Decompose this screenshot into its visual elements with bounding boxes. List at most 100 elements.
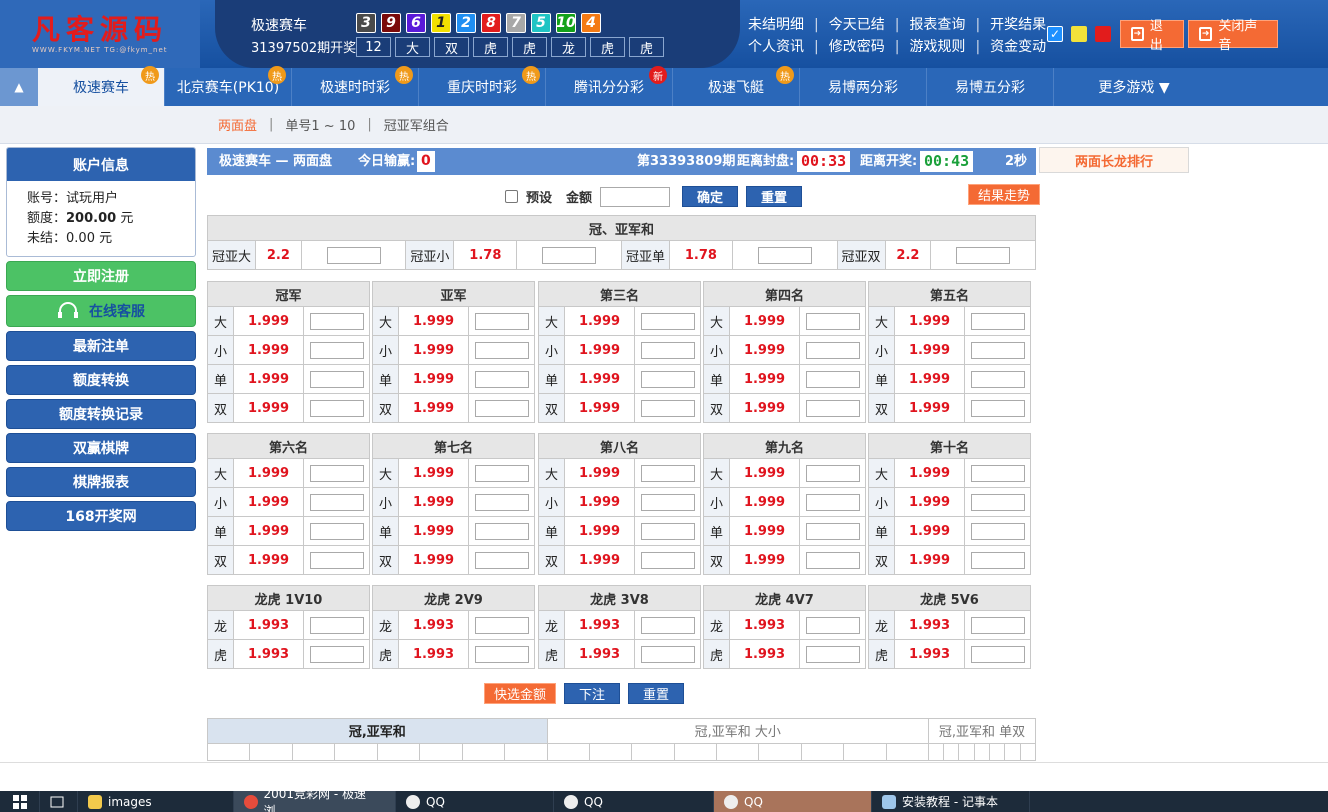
nav-tab[interactable]: 极速飞艇热 [673,66,800,106]
bet-amount-input[interactable] [474,522,529,540]
odds-value[interactable]: 1.993 [398,639,469,669]
sidebar-button[interactable]: 168开奖网 [6,501,196,531]
collapse-up-icon[interactable]: ▲ [0,68,38,106]
horizontal-scrollbar[interactable] [0,762,1328,791]
odds-value[interactable]: 1.999 [564,306,635,336]
amount-input[interactable] [600,186,671,207]
odds-value[interactable]: 1.999 [233,516,304,546]
quick-amount-button[interactable]: 快选金额 [484,683,557,704]
odds-value[interactable]: 1.999 [233,458,304,488]
bet-amount-input[interactable] [970,312,1025,330]
subnav-two-sides[interactable]: 两面盘 [218,115,257,134]
sidebar-button[interactable]: 棋牌报表 [6,467,196,497]
odds-value[interactable]: 1.993 [564,639,635,669]
bet-amount-input[interactable] [970,399,1025,417]
top-link[interactable]: 资金变动 [990,36,1046,58]
bet-amount-input[interactable] [474,464,529,482]
odds-value[interactable]: 1.999 [564,458,635,488]
result-tab-oddeven[interactable]: 冠,亚军和 单双 [927,718,1037,744]
odds-value[interactable]: 1.993 [398,610,469,640]
odds-value[interactable]: 1.999 [894,335,965,365]
odds-value[interactable]: 1.993 [233,610,304,640]
bet-amount-input[interactable] [309,341,364,359]
nav-tab[interactable]: 重庆时时彩热 [419,66,546,106]
bet-amount-input[interactable] [970,551,1025,569]
odds-value[interactable]: 1.993 [894,639,965,669]
yellow-toggle[interactable] [1071,26,1087,42]
top-link[interactable]: 游戏规则 [909,36,965,58]
reset-button[interactable]: 重置 [746,186,803,207]
nav-tab[interactable]: 更多游戏 ▼ [1054,68,1214,106]
bet-amount-input[interactable] [309,464,364,482]
bet-amount-input[interactable] [970,464,1025,482]
bet-amount-input[interactable] [309,522,364,540]
odds-value[interactable]: 1.999 [398,487,469,517]
odds-value[interactable]: 1.999 [233,306,304,336]
odds-value[interactable]: 1.999 [894,458,965,488]
taskbar-item[interactable]: 安装教程 - 记事本 [872,791,1030,812]
sidebar-button[interactable]: 立即注册 [6,261,196,291]
odds-value[interactable]: 1.999 [894,487,965,517]
odds-value[interactable]: 1.999 [729,545,800,575]
bet-amount-input[interactable] [309,312,364,330]
sidebar-button[interactable]: 双赢棋牌 [6,433,196,463]
odds-value[interactable]: 1.999 [233,545,304,575]
bet-amount-input[interactable] [805,464,860,482]
bet-amount-input[interactable] [805,312,860,330]
odds-value[interactable]: 1.999 [894,516,965,546]
taskbar-item[interactable]: QQ [714,791,872,812]
odds-value[interactable]: 1.999 [894,364,965,394]
odds-value[interactable]: 1.999 [564,516,635,546]
odds-value[interactable]: 1.999 [729,516,800,546]
bet-amount-input[interactable] [326,246,381,264]
bet-amount-input[interactable] [309,645,364,663]
logout-button[interactable]: ➜ 退出 [1120,19,1184,53]
nav-tab[interactable]: 北京赛车(PK10) 热 [165,66,292,106]
odds-value[interactable]: 1.999 [233,335,304,365]
bet-amount-input[interactable] [309,399,364,417]
bet-amount-input[interactable] [474,312,529,330]
bet-amount-input[interactable] [309,370,364,388]
subnav-combo[interactable]: 冠亚军组合 [384,115,449,134]
bet-amount-input[interactable] [970,341,1025,359]
odds-value[interactable]: 1.993 [729,610,800,640]
odds-value[interactable]: 1.999 [564,487,635,517]
bet-amount-input[interactable] [805,645,860,663]
bet-amount-input[interactable] [640,522,695,540]
long-dragon-ranking[interactable]: 两面长龙排行 [1039,147,1189,173]
odds-value[interactable]: 1.999 [564,335,635,365]
sum-odds[interactable]: 2.2 [884,240,932,270]
confirm-button[interactable]: 确定 [682,186,739,207]
bet-amount-input[interactable] [474,493,529,511]
task-view-icon[interactable] [40,791,78,812]
bet-amount-input[interactable] [640,399,695,417]
odds-value[interactable]: 1.999 [894,306,965,336]
odds-value[interactable]: 1.999 [729,458,800,488]
bet-amount-input[interactable] [757,246,812,264]
bet-amount-input[interactable] [640,312,695,330]
result-tab-bigsmall[interactable]: 冠,亚军和 大小 [546,718,929,744]
bet-amount-input[interactable] [956,246,1011,264]
bet-amount-input[interactable] [805,551,860,569]
bet-amount-input[interactable] [309,551,364,569]
result-trend-button[interactable]: 结果走势 [968,184,1041,205]
odds-value[interactable]: 1.999 [398,306,469,336]
bet-amount-input[interactable] [640,341,695,359]
bet-amount-input[interactable] [970,522,1025,540]
sidebar-button[interactable]: 额度转换记录 [6,399,196,429]
bet-amount-input[interactable] [474,616,529,634]
bet-amount-input[interactable] [970,616,1025,634]
sum-odds[interactable]: 1.78 [453,240,518,270]
bet-amount-input[interactable] [474,645,529,663]
odds-value[interactable]: 1.999 [233,487,304,517]
bet-amount-input[interactable] [805,341,860,359]
top-link[interactable]: 开奖结果 [990,14,1046,36]
odds-value[interactable]: 1.999 [894,393,965,423]
odds-value[interactable]: 1.993 [894,610,965,640]
taskbar-item[interactable]: QQ [396,791,554,812]
subnav-single[interactable]: 单号1 ~ 10 [285,115,355,134]
nav-tab[interactable]: 腾讯分分彩新 [546,66,673,106]
nav-tab[interactable]: 易博两分彩 [800,68,927,106]
bet-amount-input[interactable] [640,645,695,663]
top-link[interactable]: 未结明细 [748,14,804,36]
